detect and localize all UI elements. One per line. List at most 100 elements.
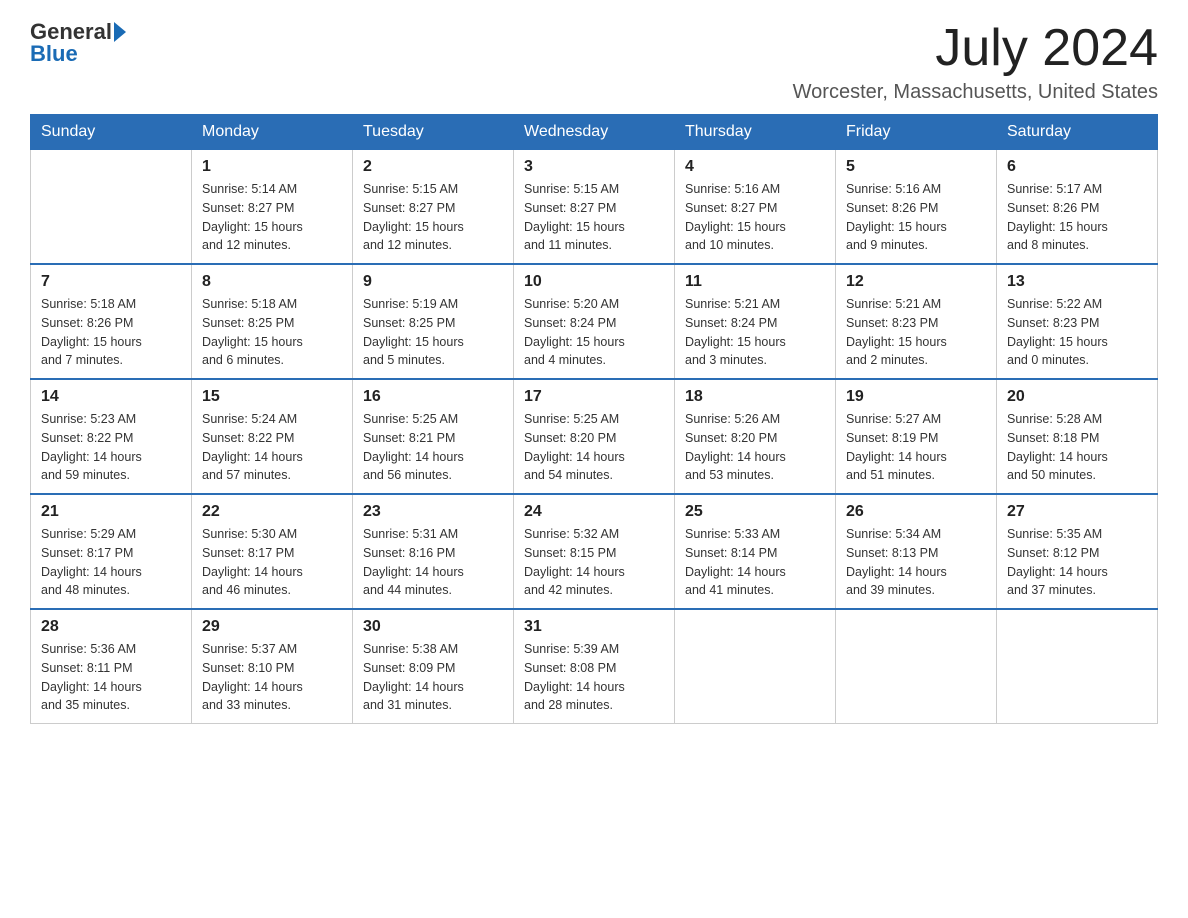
day-info: Sunrise: 5:31 AMSunset: 8:16 PMDaylight:… — [363, 525, 503, 600]
day-number: 7 — [41, 273, 181, 291]
calendar-cell: 13 Sunrise: 5:22 AMSunset: 8:23 PMDayligh… — [997, 264, 1158, 379]
calendar-cell: 9Sunrise: 5:19 AMSunset: 8:25 PMDaylight… — [353, 264, 514, 379]
calendar-cell: 15 Sunrise: 5:24 AMSunset: 8:22 PMDayligh… — [192, 379, 353, 494]
day-info: Sunrise: 5:18 AMSunset: 8:26 PMDaylight:… — [41, 295, 181, 370]
calendar-cell: 1Sunrise: 5:14 AMSunset: 8:27 PMDaylight… — [192, 150, 353, 265]
day-info: Sunrise: 5:25 AMSunset: 8:21 PMDaylight:… — [363, 410, 503, 485]
day-info: Sunrise: 5:26 AMSunset: 8:20 PMDaylight:… — [685, 410, 825, 485]
day-info: Sunrise: 5:15 AMSunset: 8:27 PMDaylight:… — [363, 180, 503, 255]
day-number: 24 — [524, 503, 664, 521]
day-number: 10 — [524, 273, 664, 291]
day-number: 30 — [363, 618, 503, 636]
calendar-cell: 31 Sunrise: 5:39 AMSunset: 8:08 PMDayligh… — [514, 609, 675, 724]
day-number: 14 — [41, 388, 181, 406]
day-info: Sunrise: 5:39 AMSunset: 8:08 PMDaylight:… — [524, 640, 664, 715]
day-number: 26 — [846, 503, 986, 521]
logo-arrow-icon — [114, 22, 126, 42]
day-number: 11 — [685, 273, 825, 291]
calendar-cell — [836, 609, 997, 724]
location: Worcester, Massachusetts, United States — [793, 81, 1158, 104]
calendar-cell: 27 Sunrise: 5:35 AMSunset: 8:12 PMDayligh… — [997, 494, 1158, 609]
day-number: 12 — [846, 273, 986, 291]
day-of-week-header: Sunday — [31, 115, 192, 150]
calendar-cell: 24 Sunrise: 5:32 AMSunset: 8:15 PMDayligh… — [514, 494, 675, 609]
calendar-cell: 26 Sunrise: 5:34 AMSunset: 8:13 PMDayligh… — [836, 494, 997, 609]
day-number: 15 — [202, 388, 342, 406]
day-of-week-header: Saturday — [997, 115, 1158, 150]
calendar-cell: 3 Sunrise: 5:15 AMSunset: 8:27 PMDaylight… — [514, 150, 675, 265]
calendar-week-row: 21 Sunrise: 5:29 AMSunset: 8:17 PMDayligh… — [31, 494, 1158, 609]
day-number: 18 — [685, 388, 825, 406]
day-number: 16 — [363, 388, 503, 406]
day-of-week-header: Monday — [192, 115, 353, 150]
day-info: Sunrise: 5:25 AMSunset: 8:20 PMDaylight:… — [524, 410, 664, 485]
calendar-cell — [31, 150, 192, 265]
day-info: Sunrise: 5:24 AMSunset: 8:22 PMDaylight:… — [202, 410, 342, 485]
day-info: Sunrise: 5:23 AMSunset: 8:22 PMDaylight:… — [41, 410, 181, 485]
day-number: 20 — [1007, 388, 1147, 406]
day-number: 28 — [41, 618, 181, 636]
day-number: 31 — [524, 618, 664, 636]
day-info: Sunrise: 5:20 AMSunset: 8:24 PMDaylight:… — [524, 295, 664, 370]
title-area: July 2024 Worcester, Massachusetts, Unit… — [793, 20, 1158, 104]
day-number: 19 — [846, 388, 986, 406]
day-number: 3 — [524, 158, 664, 176]
calendar-cell: 5 Sunrise: 5:16 AMSunset: 8:26 PMDaylight… — [836, 150, 997, 265]
day-number: 13 — [1007, 273, 1147, 291]
calendar-header: SundayMondayTuesdayWednesdayThursdayFrid… — [31, 115, 1158, 150]
day-info: Sunrise: 5:34 AMSunset: 8:13 PMDaylight:… — [846, 525, 986, 600]
day-info: Sunrise: 5:21 AMSunset: 8:24 PMDaylight:… — [685, 295, 825, 370]
day-info: Sunrise: 5:16 AMSunset: 8:26 PMDaylight:… — [846, 180, 986, 255]
calendar-week-row: 1Sunrise: 5:14 AMSunset: 8:27 PMDaylight… — [31, 150, 1158, 265]
day-number: 27 — [1007, 503, 1147, 521]
day-info: Sunrise: 5:18 AMSunset: 8:25 PMDaylight:… — [202, 295, 342, 370]
day-info: Sunrise: 5:15 AMSunset: 8:27 PMDaylight:… — [524, 180, 664, 255]
calendar-cell: 29 Sunrise: 5:37 AMSunset: 8:10 PMDayligh… — [192, 609, 353, 724]
day-info: Sunrise: 5:16 AMSunset: 8:27 PMDaylight:… — [685, 180, 825, 255]
day-number: 4 — [685, 158, 825, 176]
day-number: 29 — [202, 618, 342, 636]
calendar-cell: 6Sunrise: 5:17 AMSunset: 8:26 PMDaylight… — [997, 150, 1158, 265]
day-info: Sunrise: 5:33 AMSunset: 8:14 PMDaylight:… — [685, 525, 825, 600]
month-title: July 2024 — [793, 20, 1158, 77]
day-info: Sunrise: 5:22 AMSunset: 8:23 PMDaylight:… — [1007, 295, 1147, 370]
day-info: Sunrise: 5:37 AMSunset: 8:10 PMDaylight:… — [202, 640, 342, 715]
calendar-cell: 10 Sunrise: 5:20 AMSunset: 8:24 PMDayligh… — [514, 264, 675, 379]
calendar-cell: 16 Sunrise: 5:25 AMSunset: 8:21 PMDayligh… — [353, 379, 514, 494]
calendar-cell: 25 Sunrise: 5:33 AMSunset: 8:14 PMDayligh… — [675, 494, 836, 609]
calendar-cell: 23 Sunrise: 5:31 AMSunset: 8:16 PMDayligh… — [353, 494, 514, 609]
logo: General Blue — [30, 20, 126, 66]
calendar-table: SundayMondayTuesdayWednesdayThursdayFrid… — [30, 114, 1158, 724]
day-info: Sunrise: 5:29 AMSunset: 8:17 PMDaylight:… — [41, 525, 181, 600]
calendar-cell: 18 Sunrise: 5:26 AMSunset: 8:20 PMDayligh… — [675, 379, 836, 494]
calendar-cell: 11 Sunrise: 5:21 AMSunset: 8:24 PMDayligh… — [675, 264, 836, 379]
day-of-week-header: Friday — [836, 115, 997, 150]
calendar-week-row: 14 Sunrise: 5:23 AMSunset: 8:22 PMDayligh… — [31, 379, 1158, 494]
day-info: Sunrise: 5:32 AMSunset: 8:15 PMDaylight:… — [524, 525, 664, 600]
day-info: Sunrise: 5:17 AMSunset: 8:26 PMDaylight:… — [1007, 180, 1147, 255]
day-number: 17 — [524, 388, 664, 406]
page-header: General Blue July 2024 Worcester, Massac… — [30, 20, 1158, 104]
day-info: Sunrise: 5:35 AMSunset: 8:12 PMDaylight:… — [1007, 525, 1147, 600]
day-info: Sunrise: 5:36 AMSunset: 8:11 PMDaylight:… — [41, 640, 181, 715]
calendar-cell: 12 Sunrise: 5:21 AMSunset: 8:23 PMDayligh… — [836, 264, 997, 379]
calendar-cell: 28 Sunrise: 5:36 AMSunset: 8:11 PMDayligh… — [31, 609, 192, 724]
day-info: Sunrise: 5:21 AMSunset: 8:23 PMDaylight:… — [846, 295, 986, 370]
day-number: 2 — [363, 158, 503, 176]
day-number: 5 — [846, 158, 986, 176]
calendar-cell: 30Sunrise: 5:38 AMSunset: 8:09 PMDayligh… — [353, 609, 514, 724]
day-info: Sunrise: 5:30 AMSunset: 8:17 PMDaylight:… — [202, 525, 342, 600]
calendar-week-row: 7 Sunrise: 5:18 AMSunset: 8:26 PMDaylight… — [31, 264, 1158, 379]
day-info: Sunrise: 5:19 AMSunset: 8:25 PMDaylight:… — [363, 295, 503, 370]
calendar-cell — [675, 609, 836, 724]
calendar-cell: 4 Sunrise: 5:16 AMSunset: 8:27 PMDaylight… — [675, 150, 836, 265]
day-number: 21 — [41, 503, 181, 521]
day-info: Sunrise: 5:28 AMSunset: 8:18 PMDaylight:… — [1007, 410, 1147, 485]
day-number: 23 — [363, 503, 503, 521]
day-info: Sunrise: 5:14 AMSunset: 8:27 PMDaylight:… — [202, 180, 342, 255]
logo-text-blue: Blue — [30, 42, 78, 66]
calendar-cell — [997, 609, 1158, 724]
day-number: 25 — [685, 503, 825, 521]
calendar-cell: 8Sunrise: 5:18 AMSunset: 8:25 PMDaylight… — [192, 264, 353, 379]
calendar-cell: 19Sunrise: 5:27 AMSunset: 8:19 PMDayligh… — [836, 379, 997, 494]
